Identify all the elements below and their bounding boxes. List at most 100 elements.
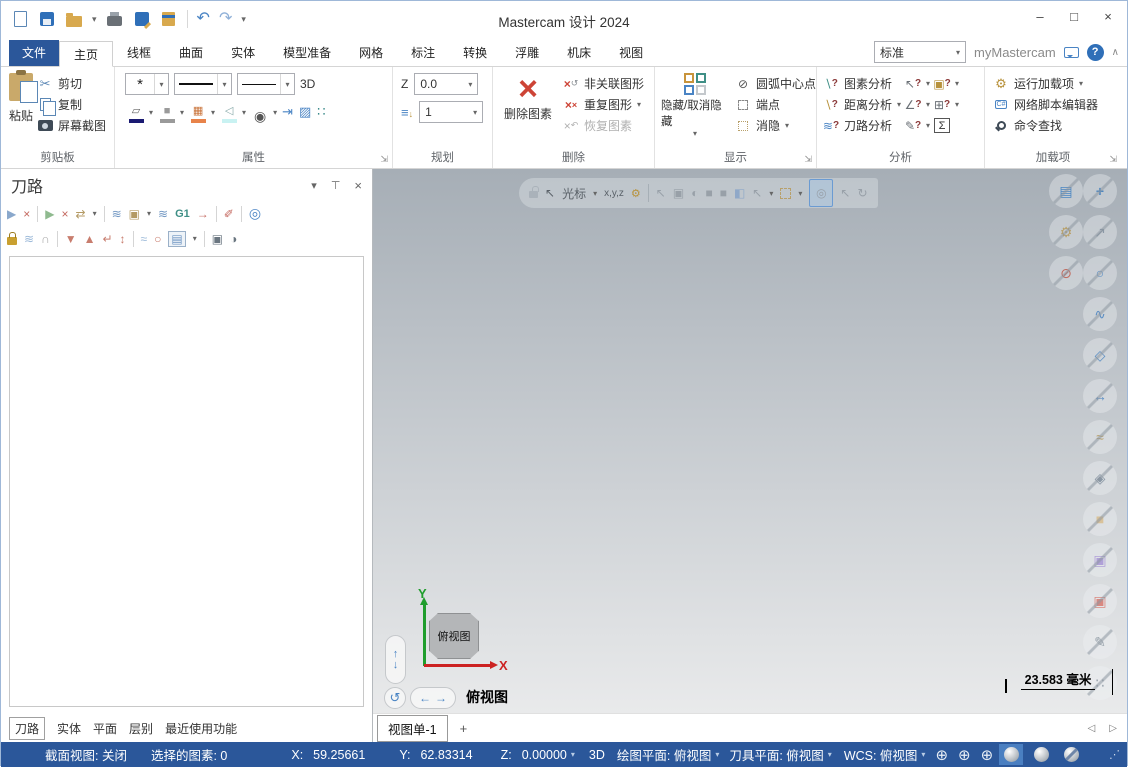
- blank-button[interactable]: 消隐 ▾: [735, 115, 816, 136]
- tab-drafting[interactable]: 标注: [397, 40, 449, 66]
- save-as-button[interactable]: [133, 10, 151, 28]
- feedback-icon[interactable]: [1064, 47, 1079, 58]
- ghost-toolpath-button[interactable]: ∩: [41, 232, 50, 246]
- attributes-dialog-launcher[interactable]: ⇲: [380, 154, 388, 165]
- cube-off-quick-button[interactable]: ◈: [1083, 461, 1117, 495]
- tab-art[interactable]: 浮雕: [501, 40, 553, 66]
- squares-purple-quick-button[interactable]: ▣: [1083, 543, 1117, 577]
- unselect-all-operations-button[interactable]: ×: [23, 207, 30, 221]
- edit-quick-button[interactable]: ✎: [1083, 625, 1117, 659]
- wcs-selector[interactable]: WCS: 俯视图: [844, 745, 918, 764]
- tab-home[interactable]: 主页: [59, 41, 113, 67]
- tab-model-prep[interactable]: 模型准备: [269, 40, 345, 66]
- tab-mesh[interactable]: 网格: [345, 40, 397, 66]
- panel-menu-chevron[interactable]: ▾: [311, 179, 317, 192]
- mesh-color-swatch[interactable]: ◁: [218, 105, 240, 123]
- select-cursor-icon[interactable]: ↖: [656, 186, 666, 200]
- analyze-dynamic-button[interactable]: ▣? ▾: [934, 73, 959, 94]
- toggle-toolpath-display-button[interactable]: ≋: [24, 232, 34, 246]
- line-width-combo[interactable]: ▾: [237, 73, 295, 95]
- viewsheet-prev-button[interactable]: ◁: [1088, 723, 1096, 734]
- selection-history-button[interactable]: ◎: [809, 179, 833, 207]
- customize-qat-chevron[interactable]: ▾: [241, 14, 246, 25]
- chevron-down-icon[interactable]: ▾: [921, 750, 925, 759]
- analyze-angle-button[interactable]: ∠? ▾: [905, 94, 930, 115]
- chevron-down-icon[interactable]: ▾: [149, 108, 153, 117]
- cplane-selector[interactable]: 绘图平面: 俯视图: [617, 745, 711, 764]
- tab-file[interactable]: 文件: [9, 40, 59, 66]
- backplot-button[interactable]: ≋: [112, 207, 122, 221]
- tab-surfaces[interactable]: 曲面: [165, 40, 217, 66]
- tab-view[interactable]: 视图: [605, 40, 657, 66]
- command-finder-button[interactable]: 命令查找: [993, 115, 1121, 136]
- insert-arrow-button[interactable]: ↵: [102, 232, 112, 246]
- ribbon-quick-button[interactable]: ≈: [1083, 420, 1117, 454]
- analyze-distance-button[interactable]: ∖? 距离分析 ▾: [823, 94, 901, 115]
- chevron-down-icon[interactable]: ▾: [211, 108, 215, 117]
- set-attributes-button[interactable]: ⇥: [282, 104, 293, 120]
- add-quick-button[interactable]: +: [1083, 174, 1117, 208]
- circle-quick-button[interactable]: ○: [1083, 256, 1117, 290]
- chevron-down-icon[interactable]: ▾: [571, 750, 575, 759]
- cursor-mode-label[interactable]: 光标: [562, 185, 586, 202]
- style-preset-combo[interactable]: 标准 ▾: [874, 41, 966, 63]
- add-viewsheet-button[interactable]: +: [460, 721, 468, 736]
- operations-tree[interactable]: [9, 256, 364, 707]
- lock-icon[interactable]: [7, 237, 17, 245]
- surface-color-swatch[interactable]: ▦: [187, 105, 209, 123]
- analyze-database-button[interactable]: ⊞? ▾: [934, 94, 959, 115]
- section-view-status[interactable]: 截面视图: 关闭: [45, 745, 127, 764]
- chevron-down-icon[interactable]: ▾: [593, 189, 597, 198]
- analyze-toolpath-button[interactable]: ≋? 刀路分析: [823, 115, 901, 136]
- delete-non-associative-button[interactable]: ×↺ 非关联图形: [563, 73, 644, 94]
- gear-icon[interactable]: ⚙: [631, 187, 641, 200]
- z-depth-input[interactable]: 0.0 ▾: [414, 73, 478, 95]
- select-all-operations-button[interactable]: ▶: [7, 207, 16, 221]
- panel-tab-levels[interactable]: 层别: [129, 720, 153, 737]
- panel-tab-solids[interactable]: 实体: [57, 720, 81, 737]
- select-mode-icon[interactable]: ↖: [752, 186, 762, 200]
- tplane-selector[interactable]: 刀具平面: 俯视图: [729, 745, 823, 764]
- tab-transform[interactable]: 转换: [449, 40, 501, 66]
- simulate-options-button[interactable]: ≋: [158, 207, 168, 221]
- rotate-view-control[interactable]: ↺: [384, 687, 406, 709]
- select-solid-face-icon[interactable]: ◐: [691, 186, 698, 200]
- run-addin-button[interactable]: ⚙ 运行加载项 ▾: [993, 73, 1121, 94]
- chain-geometry-button[interactable]: ○: [154, 232, 161, 246]
- validate-selection-icon[interactable]: ↖: [840, 186, 850, 200]
- close-panel-icon[interactable]: ×: [354, 178, 362, 193]
- view-cube[interactable]: 俯视图: [429, 613, 479, 659]
- select-body-icon[interactable]: ■: [705, 186, 712, 200]
- chevron-down-icon[interactable]: ▾: [828, 750, 832, 759]
- analyze-chain-button[interactable]: ✎? ▾: [905, 115, 930, 136]
- translucent-view-button[interactable]: [1059, 744, 1083, 765]
- window-selection-icon[interactable]: [780, 188, 791, 199]
- chevron-down-icon[interactable]: ▾: [193, 234, 197, 243]
- new-file-button[interactable]: [11, 10, 29, 28]
- material-button[interactable]: ◉: [249, 110, 271, 123]
- wireframe-globe-icon[interactable]: ⊕: [935, 746, 948, 764]
- delete-duplicates-button[interactable]: ×× 重复图形 ▾: [563, 94, 644, 115]
- open-dropdown-chevron[interactable]: ▾: [92, 14, 97, 25]
- chevron-down-icon[interactable]: ▾: [242, 108, 246, 117]
- match-attributes-button[interactable]: ▨: [299, 104, 311, 120]
- panel-tab-recent[interactable]: 最近使用功能: [165, 720, 237, 737]
- wireframe-globe-half-icon[interactable]: ⊕: [958, 746, 971, 764]
- verify-button[interactable]: ▣: [129, 207, 140, 221]
- display-dialog-launcher[interactable]: ⇲: [804, 154, 812, 165]
- mymastercam-link[interactable]: myMastercam: [974, 45, 1056, 60]
- cursor-arrow-icon[interactable]: ↖: [545, 186, 555, 200]
- select-back-icon[interactable]: ■: [720, 186, 727, 200]
- analyze-position-button[interactable]: ↖? ▾: [905, 73, 930, 94]
- move-insert-down-button[interactable]: ▼: [65, 232, 77, 246]
- analyze-statistics-button[interactable]: Σ: [934, 115, 959, 136]
- shaded-view-button[interactable]: [999, 744, 1023, 765]
- chevron-down-icon[interactable]: ▾: [93, 209, 97, 218]
- disable-quick-button[interactable]: ⊘: [1049, 256, 1083, 290]
- net-script-editor-button[interactable]: C# 网络脚本编辑器: [993, 94, 1121, 115]
- panel-tab-planes[interactable]: 平面: [93, 720, 117, 737]
- regen-dirty-button[interactable]: ⇄: [76, 207, 86, 221]
- g1-post-button[interactable]: G1: [175, 208, 190, 220]
- cut-button[interactable]: ✂ 剪切: [37, 73, 106, 94]
- 3d-mode-toggle[interactable]: 3D: [300, 77, 315, 91]
